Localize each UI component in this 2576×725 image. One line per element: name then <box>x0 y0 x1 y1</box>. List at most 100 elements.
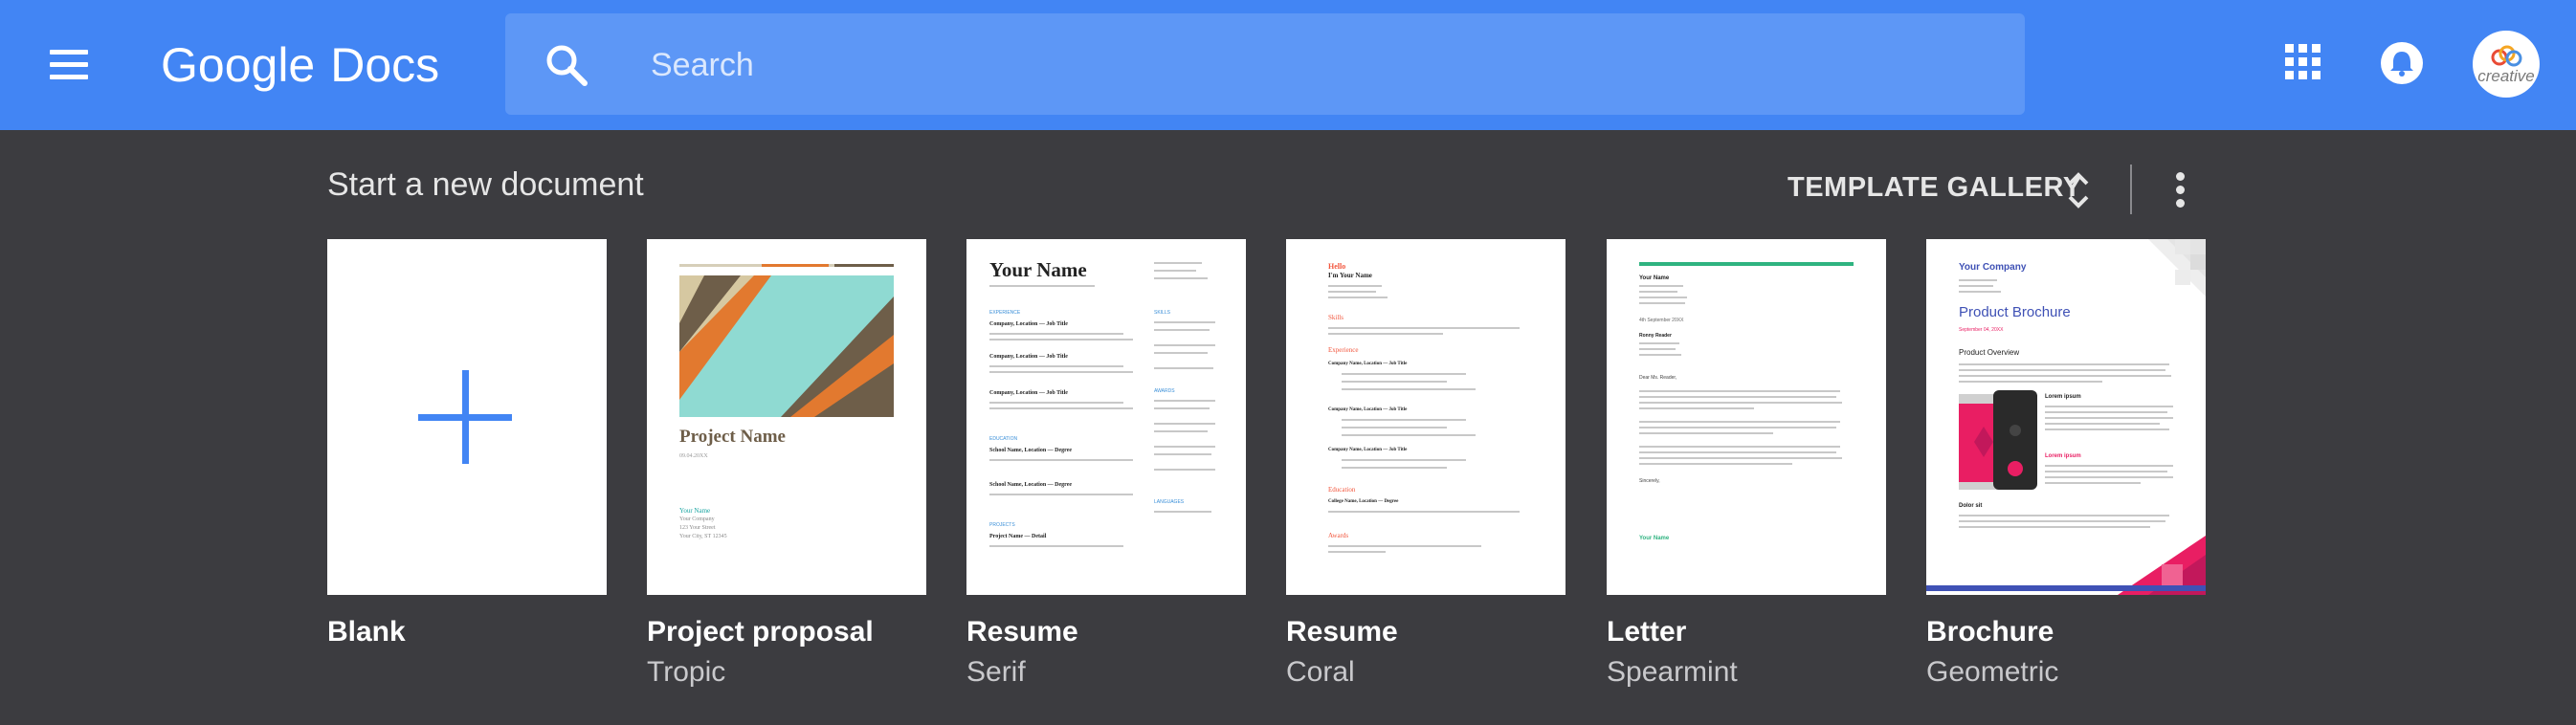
apps-grid-icon[interactable] <box>2285 44 2321 80</box>
thumb-section: Dolor sit <box>1959 503 1983 509</box>
thumb-line <box>1639 463 1792 465</box>
account-avatar[interactable]: creative <box>2473 31 2540 98</box>
thumb-salutation: Dear Ms. Reader, <box>1639 375 1677 381</box>
thumb-line <box>2045 476 2173 478</box>
thumb-line <box>1154 262 1202 264</box>
template-resume-serif[interactable]: Your Name EXPERIENCE Company, Location —… <box>966 239 1246 595</box>
thumb-line <box>1154 407 1210 409</box>
notifications-button[interactable] <box>2381 42 2423 84</box>
thumb-line <box>1959 291 2001 293</box>
thumb-line <box>989 365 1123 367</box>
thumb-entry: Company, Location — Job Title <box>989 321 1068 327</box>
template-subtitle: Tropic <box>647 656 726 688</box>
thumb-line <box>989 402 1123 404</box>
template-project-proposal[interactable]: Project Name 09.04.20XX Your Name Your C… <box>647 239 926 595</box>
thumb-contact-line: Your Company <box>679 516 715 522</box>
thumb-entry: Company, Location — Job Title <box>989 354 1068 360</box>
thumb-line <box>1154 469 1215 471</box>
thumb-line <box>1342 427 1447 428</box>
thumb-line <box>1328 511 1520 513</box>
thumb-line <box>1154 453 1211 455</box>
thumb-line <box>2045 406 2173 407</box>
thumb-date: September 04, 20XX <box>1959 327 2004 333</box>
thumb-line <box>1342 373 1466 375</box>
thumb-line <box>1154 352 1208 354</box>
thumb-line <box>2045 465 2173 467</box>
search-icon[interactable] <box>544 42 589 88</box>
thumb-line <box>1328 285 1382 287</box>
thumb-line <box>989 407 1133 409</box>
thumb-line <box>1959 279 1997 281</box>
thumb-line <box>1328 297 1388 298</box>
thumb-entry: Company Name, Location — Job Title <box>1328 448 1408 452</box>
thumb-heading: I'm Your Name <box>1328 272 1372 279</box>
template-blank[interactable] <box>327 239 607 595</box>
thumb-line <box>2045 423 2160 425</box>
thumb-line <box>989 545 1123 547</box>
thumb-line <box>1342 419 1466 421</box>
thumb-line <box>1154 367 1213 369</box>
thumb-line <box>1639 402 1842 404</box>
thumb-line <box>1154 329 1210 331</box>
thumb-section: Skills <box>1328 314 1344 321</box>
thumb-heading: Your Name <box>989 258 1087 281</box>
thumb-section: EDUCATION <box>989 436 1018 442</box>
thumb-line <box>1639 407 1754 409</box>
thumb-line <box>1154 344 1215 346</box>
hamburger-menu-icon[interactable] <box>46 42 92 88</box>
template-subtitle: Spearmint <box>1607 656 1738 688</box>
thumb-date: 09.04.20XX <box>679 453 708 459</box>
thumb-line <box>1959 515 2169 516</box>
thumb-entry: School Name, Location — Degree <box>989 482 1073 488</box>
thumb-section: PROJECTS <box>989 522 1015 528</box>
bell-icon <box>2390 52 2413 77</box>
thumb-line <box>1328 551 1386 553</box>
thumb-line <box>1639 291 1677 293</box>
thumb-side-section: LANGUAGES <box>1154 499 1185 505</box>
template-title: Brochure <box>1926 616 2054 648</box>
thumb-line <box>1639 446 1840 448</box>
template-resume-coral[interactable]: Hello I'm Your Name Skills Experience Co… <box>1286 239 1566 595</box>
thumb-line <box>989 333 1123 335</box>
thumb-section: Product Overview <box>1959 348 2020 357</box>
thumb-section: Education <box>1328 486 1356 494</box>
thumb-line <box>1154 430 1208 432</box>
thumb-line <box>2045 417 2173 419</box>
thumb-contact-line: 123 Your Street <box>679 525 716 531</box>
thumb-line <box>2045 471 2167 472</box>
more-options-icon[interactable] <box>2172 170 2187 209</box>
thumb-line <box>2045 428 2169 430</box>
thumb-company: Your Company <box>1959 262 2027 273</box>
thumb-line <box>989 339 1133 341</box>
template-title: Letter <box>1607 616 1687 648</box>
thumb-line <box>1639 432 1773 434</box>
plus-icon <box>418 370 512 464</box>
thumb-line <box>1639 421 1840 423</box>
unfold-more-icon[interactable] <box>2065 168 2092 212</box>
thumb-line <box>1154 277 1208 279</box>
thumb-line <box>1959 363 2169 365</box>
thumb-side-section: AWARDS <box>1154 388 1175 394</box>
header-divider <box>2130 165 2132 214</box>
thumb-line <box>1154 511 1211 513</box>
section-title: Start a new document <box>327 166 644 203</box>
template-subtitle: Geometric <box>1926 656 2059 688</box>
thumb-entry: College Name, Location — Degree <box>1328 499 1399 504</box>
thumb-section: Experience <box>1328 346 1359 354</box>
logo-google: Google <box>161 38 316 92</box>
thumb-line <box>1959 375 2171 377</box>
template-title: Resume <box>1286 616 1398 648</box>
template-letter-spearmint[interactable]: Your Name 4th September 20XX Ronny Reade… <box>1607 239 1886 595</box>
template-gallery-button[interactable]: TEMPLATE GALLERY <box>1788 166 2082 209</box>
thumb-line <box>1342 381 1447 383</box>
search-box[interactable] <box>505 13 2025 115</box>
search-input[interactable] <box>651 38 1990 92</box>
thumb-line <box>989 494 1133 495</box>
template-subtitle: Serif <box>966 656 1026 688</box>
thumb-line <box>1639 285 1683 287</box>
template-brochure-geometric[interactable]: Your Company Product Brochure September … <box>1926 239 2206 595</box>
thumb-line <box>1154 446 1215 448</box>
thumb-section: Lorem ipsum <box>2045 394 2081 400</box>
app-logo[interactable]: Google Docs <box>161 34 439 96</box>
thumb-line <box>1639 396 1836 398</box>
